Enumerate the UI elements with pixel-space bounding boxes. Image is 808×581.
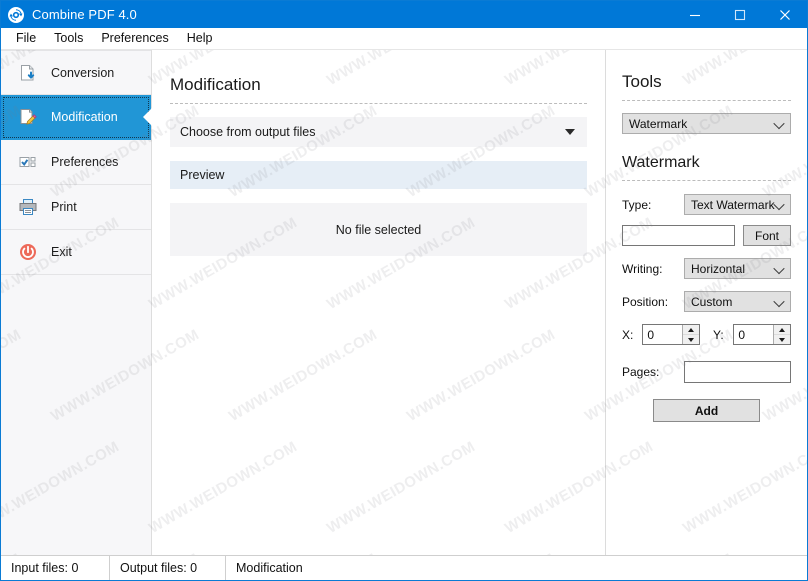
watermark-y-value: 0	[738, 327, 746, 342]
minimize-icon[interactable]	[672, 1, 717, 28]
stepper-down-icon[interactable]	[774, 335, 790, 344]
checkbox-list-icon	[15, 149, 41, 175]
chevron-down-icon	[773, 295, 785, 307]
status-bar: Input files: 0 Output files: 0 Modificat…	[1, 555, 807, 580]
stepper-up-icon[interactable]	[774, 325, 790, 335]
body-area: Conversion Modification Preferences Prin…	[1, 50, 807, 555]
watermark-writing-select[interactable]: Horizontal	[684, 258, 791, 279]
sidebar: Conversion Modification Preferences Prin…	[1, 50, 152, 555]
watermark-type-value: Text Watermark	[691, 197, 775, 212]
status-output-files: Output files: 0	[109, 556, 225, 580]
chevron-down-icon	[773, 198, 785, 210]
chevron-down-icon	[773, 117, 785, 129]
watermark-add-row: Add	[622, 399, 791, 422]
watermark-x-stepper[interactable]: 0	[642, 324, 700, 345]
heading-divider	[170, 103, 587, 104]
tools-divider	[622, 100, 791, 101]
tool-select[interactable]: Watermark	[622, 113, 791, 134]
menu-item-preferences[interactable]: Preferences	[92, 29, 177, 48]
preview-header: Preview	[170, 161, 587, 189]
sidebar-item-preferences[interactable]: Preferences	[1, 140, 151, 185]
watermark-position-label: Position:	[622, 294, 669, 309]
caret-down-icon	[565, 129, 575, 135]
tool-select-value: Watermark	[629, 116, 688, 131]
sidebar-item-label: Print	[51, 200, 77, 214]
watermark-text-row: Font	[622, 225, 791, 246]
page-title: Modification	[170, 75, 261, 94]
watermark-type-select[interactable]: Text Watermark	[684, 194, 791, 215]
watermark-x-label: X:	[622, 327, 634, 342]
watermark-type-row: Type: Text Watermark	[622, 194, 791, 215]
watermark-pages-input[interactable]	[684, 361, 791, 383]
sidebar-item-print[interactable]: Print	[1, 185, 151, 230]
document-pencil-icon	[15, 104, 41, 130]
watermark-text-input[interactable]	[622, 225, 735, 246]
watermark-title: Watermark	[622, 154, 700, 171]
watermark-position-row: Position: Custom	[622, 291, 791, 312]
app-window: Combine PDF 4.0 File Tools Preferences H…	[0, 0, 808, 581]
tools-title: Tools	[622, 72, 662, 91]
menu-item-help[interactable]: Help	[178, 29, 222, 48]
sidebar-item-exit[interactable]: Exit	[1, 230, 151, 275]
sidebar-item-label: Exit	[51, 245, 72, 259]
preview-empty-text: No file selected	[335, 222, 422, 237]
preview-area[interactable]: No file selected	[170, 203, 587, 256]
window-controls	[672, 1, 807, 28]
watermark-position-value: Custom	[691, 294, 733, 309]
font-button[interactable]: Font	[743, 225, 791, 246]
menu-bar: File Tools Preferences Help	[1, 28, 807, 50]
stepper-buttons[interactable]	[773, 325, 790, 344]
output-files-select-value: Choose from output files	[180, 125, 316, 139]
status-input-files: Input files: 0	[11, 561, 79, 575]
stepper-up-icon[interactable]	[683, 325, 699, 335]
status-mode: Modification	[225, 556, 313, 580]
chevron-down-icon	[773, 262, 785, 274]
power-icon	[15, 239, 41, 265]
modification-panel: Modification Choose from output files Pr…	[152, 50, 606, 555]
title-bar: Combine PDF 4.0	[1, 1, 807, 28]
watermark-position-select[interactable]: Custom	[684, 291, 791, 312]
watermark-divider	[622, 180, 791, 181]
watermark-writing-label: Writing:	[622, 261, 663, 276]
watermark-pages-row: Pages:	[622, 361, 791, 383]
watermark-x-value: 0	[647, 327, 655, 342]
watermark-pages-label: Pages:	[622, 365, 660, 379]
document-download-icon	[15, 60, 41, 86]
watermark-y-label: Y:	[713, 327, 724, 342]
watermark-writing-value: Horizontal	[691, 261, 746, 276]
sidebar-item-conversion[interactable]: Conversion	[1, 50, 151, 95]
refresh-circle-icon	[8, 6, 24, 23]
sidebar-item-modification[interactable]: Modification	[1, 95, 152, 140]
watermark-type-label: Type:	[622, 197, 652, 212]
add-button[interactable]: Add	[653, 399, 760, 422]
selected-indicator-arrow	[143, 108, 152, 126]
stepper-down-icon[interactable]	[683, 335, 699, 344]
output-files-select[interactable]: Choose from output files	[170, 117, 587, 147]
menu-item-tools[interactable]: Tools	[45, 29, 92, 48]
sidebar-item-label: Modification	[51, 110, 118, 124]
close-icon[interactable]	[762, 1, 807, 28]
menu-item-file[interactable]: File	[7, 29, 45, 48]
stepper-buttons[interactable]	[682, 325, 699, 344]
watermark-xy-row: X: 0 Y: 0	[622, 324, 791, 345]
maximize-icon[interactable]	[717, 1, 762, 28]
preview-label: Preview	[180, 168, 225, 182]
sidebar-item-label: Conversion	[51, 65, 115, 80]
tools-panel: Tools Watermark Watermark Type: Text Wat…	[606, 50, 807, 555]
printer-icon	[15, 194, 41, 220]
watermark-y-stepper[interactable]: 0	[733, 324, 791, 345]
window-title: Combine PDF 4.0	[32, 7, 137, 22]
sidebar-item-label: Preferences	[51, 155, 119, 169]
watermark-writing-row: Writing: Horizontal	[622, 258, 791, 279]
